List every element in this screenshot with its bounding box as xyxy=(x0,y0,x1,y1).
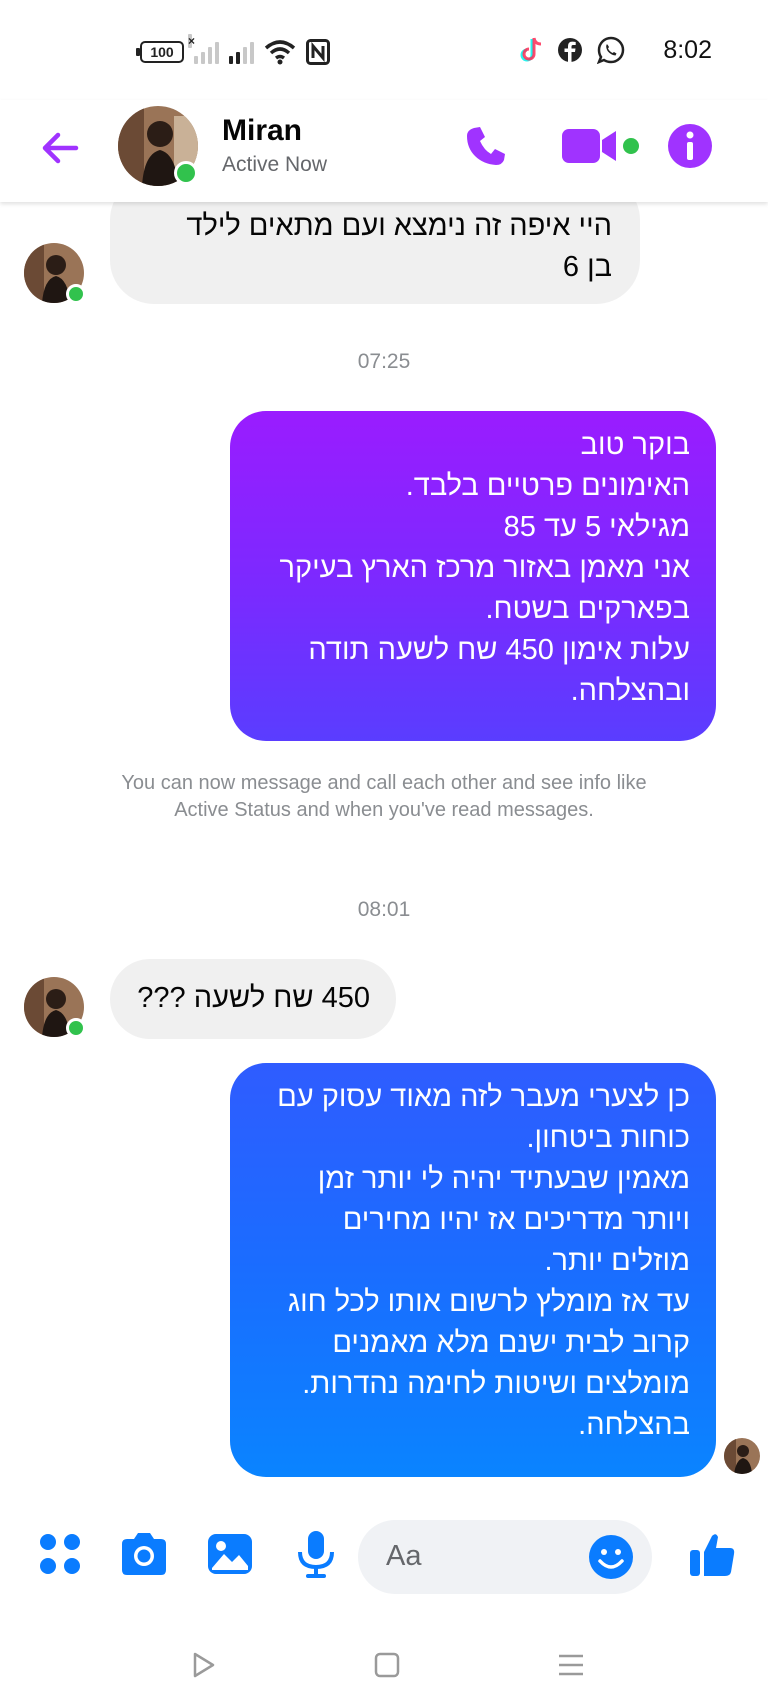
conversation-header: Miran Active Now xyxy=(0,100,768,202)
system-nav-bar xyxy=(0,1620,768,1707)
home-square-icon[interactable] xyxy=(372,1650,402,1680)
phone-icon[interactable] xyxy=(458,118,514,174)
message-input[interactable]: Aa xyxy=(358,1520,652,1594)
tiktok-icon xyxy=(520,37,542,62)
menu-dots-icon[interactable] xyxy=(34,1528,86,1580)
message-bubble-outgoing[interactable]: כן לצערי מעבר לזה מאוד עסוק עם כוחות ביט… xyxy=(230,1063,716,1477)
back-arrow-icon[interactable] xyxy=(36,124,84,172)
thumbs-up-icon[interactable] xyxy=(686,1528,740,1582)
online-indicator xyxy=(174,161,198,185)
contact-status: Active Now xyxy=(222,153,328,176)
recents-menu-icon[interactable] xyxy=(556,1650,586,1680)
back-triangle-icon[interactable] xyxy=(188,1650,218,1680)
camera-icon[interactable] xyxy=(118,1528,170,1580)
message-bubble-outgoing[interactable]: בוקר טוב האימונים פרטיים בלבד. מגילאי 5 … xyxy=(230,411,716,741)
emoji-icon[interactable] xyxy=(586,1532,636,1582)
clock: 8:02 xyxy=(663,35,712,64)
facebook-icon xyxy=(558,38,583,62)
signal-icon xyxy=(229,40,254,64)
connection-notice: You can now message and call each other … xyxy=(121,772,647,821)
timestamp: 08:01 xyxy=(357,898,411,921)
status-right: 8:02 xyxy=(519,30,712,70)
message-composer: Aa xyxy=(0,1508,768,1608)
video-icon[interactable] xyxy=(560,118,640,174)
read-receipt-avatar xyxy=(724,1438,760,1474)
contact-name[interactable]: Miran xyxy=(222,114,302,148)
whatsapp-icon xyxy=(597,36,625,64)
status-bar: 100 × 8:02 xyxy=(0,0,768,100)
status-left: 100 × xyxy=(136,34,330,68)
battery-level: 100 xyxy=(150,44,174,60)
nfc-icon xyxy=(306,39,330,65)
microphone-icon[interactable] xyxy=(290,1528,342,1580)
info-icon[interactable] xyxy=(662,118,718,174)
battery-icon: 100 xyxy=(136,41,184,63)
wifi-icon xyxy=(264,40,296,65)
online-indicator xyxy=(66,1018,86,1038)
message-input-placeholder: Aa xyxy=(386,1540,422,1572)
signal-off-icon: × xyxy=(188,34,219,64)
timestamp: 07:25 xyxy=(357,350,411,373)
message-bubble-incoming[interactable]: 450 שח לשעה ??? xyxy=(110,959,396,1039)
online-indicator xyxy=(66,284,86,304)
gallery-icon[interactable] xyxy=(204,1528,256,1580)
